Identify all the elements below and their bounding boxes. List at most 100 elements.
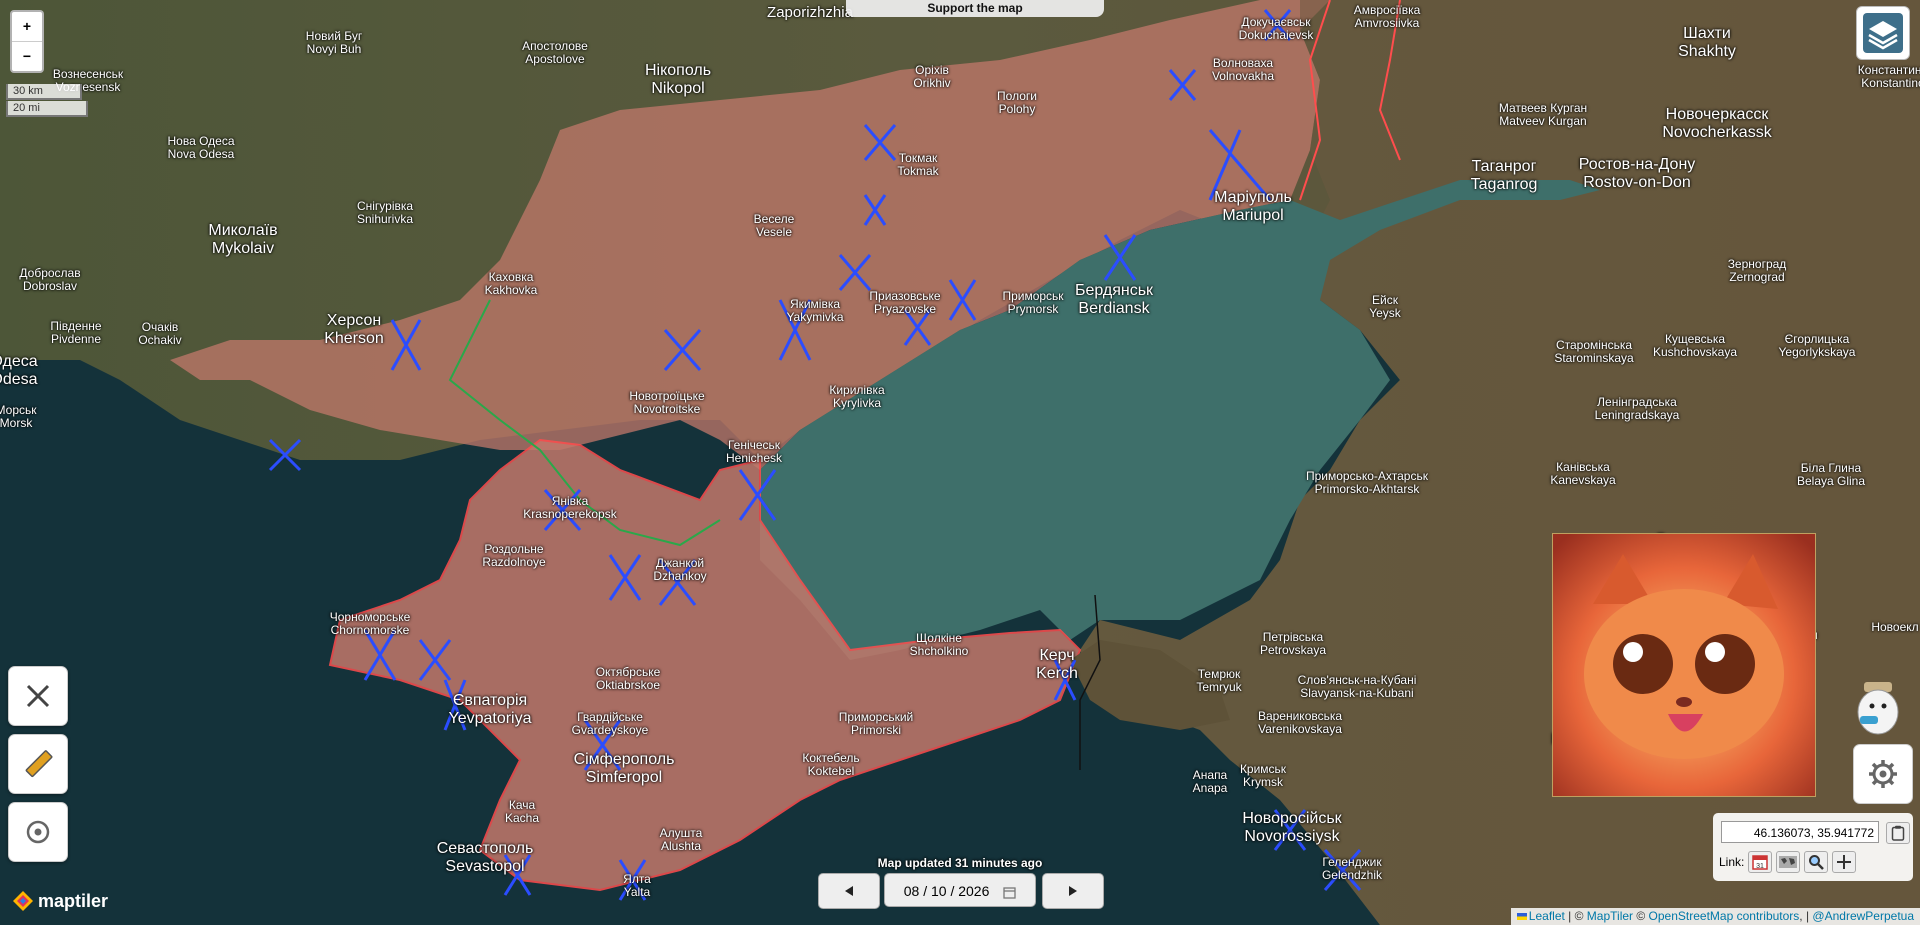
x-social-button[interactable] [8,666,68,726]
place-label-latin: Oktiabrskoe [595,678,661,692]
place-label: Zaporizhzhia [767,4,853,21]
cat-illustration-icon [1553,534,1815,796]
place-label-latin: Kherson [324,330,384,347]
place-label-latin: Chornomorske [330,623,410,637]
place-label: Приморсько-Ахтарськ Primorsko-Akhtarsk [1306,470,1428,496]
place-label: Докучаєвськ Dokuchaievsk [1239,16,1314,42]
calendar-day: 31 [1756,863,1764,870]
place-label-latin: Novyi Buh [306,42,362,56]
x-logo-icon [26,684,50,708]
scale-mi: 20 mi [6,101,88,117]
maptiler-logo[interactable]: maptiler [12,890,108,912]
marker-link-button[interactable] [1832,851,1857,873]
measure-button[interactable] [8,734,68,794]
place-label: Сімферополь Simferopol [574,751,675,787]
place-label: Темрюк Temryuk [1196,668,1241,694]
place-label: Керч Kerch [1036,647,1078,683]
place-label-latin: Shakhty [1678,43,1736,60]
place-label-native: Миколаїв [208,222,278,239]
date-link-button[interactable]: 31 [1748,851,1773,873]
place-label-latin: Yakymivka [786,310,844,324]
place-label: ОдесаOdesa [0,353,38,389]
crosshair-icon [1837,855,1852,869]
place-label: Ейск Yeysk [1369,294,1401,320]
place-label-native: Бердянськ [1074,282,1154,299]
attribution-bar: Leaflet | © MapTiler © OpenStreetMap con… [1510,908,1920,925]
link-label: Link: [1719,855,1745,869]
magnifier-icon [1809,855,1825,870]
date-picker[interactable]: 08 / 10 / 2026 [884,873,1036,907]
place-label: Коктебель Koktebel [802,752,859,778]
place-label: Південне Pivdenne [50,320,101,346]
leaflet-link[interactable]: Leaflet [1529,909,1565,923]
place-label: Приморськ Prymorsk [1002,290,1063,316]
place-label: Снігурівка Snihurivka [357,200,413,226]
place-label-native: Маріуполь [1214,189,1292,206]
place-label-latin: Konstantino [1861,76,1920,90]
copy-button[interactable] [1886,822,1910,844]
place-label: Слов'янськ-на-Кубані Slavyansk-na-Kubani [1298,674,1417,700]
previous-day-button[interactable] [818,873,880,909]
maptiler-link[interactable]: MapTiler [1587,909,1633,923]
place-label-latin: Berdiansk [1078,300,1150,317]
layers-icon [1863,13,1903,53]
place-label: Новоросійськ Novorossiysk [1242,810,1341,846]
place-label-latin: Yevpatoriya [448,710,532,727]
place-label-latin: Henichesk [725,451,783,465]
cat-image [1552,533,1816,797]
place-label: Нова Одеса Nova Odesa [167,135,234,161]
place-label-latin: Belaya Glina [1796,474,1866,488]
place-label: Петрівська Petrovskaya [1260,631,1326,657]
place-label-native: Zaporizhzhia [767,4,853,21]
attribution-separator: © [1633,909,1649,923]
place-label-latin: Matveev Kurgan [1499,114,1587,128]
place-label-latin: Orikhiv [913,76,951,90]
locate-button[interactable] [8,802,68,862]
place-label-latin: Apostolove [525,52,585,66]
place-label: Канівська Kanevskaya [1550,461,1615,487]
maptiler-logo-text: maptiler [38,890,109,911]
attribution-separator: , | [1799,909,1813,923]
place-label: Пологи Polohy [997,90,1037,116]
place-label: Анапа Anapa [1193,769,1228,795]
map-updated-text: Map updated 31 minutes ago [877,856,1043,870]
place-label-native: Нікополь [644,62,712,79]
next-day-button[interactable] [1042,873,1104,909]
place-label-latin: Leningradskaya [1594,408,1680,422]
place-label: Генічеськ Henichesk [726,439,782,465]
place-label-native: Новоекл [1871,620,1919,634]
place-label-latin: Rostov-on-Don [1583,174,1691,191]
place-label-latin: Taganrog [1470,176,1538,193]
place-label-latin: Kyrylivka [832,396,881,410]
place-label: Волноваха Volnovakha [1212,57,1274,83]
layers-button[interactable] [1856,6,1910,60]
place-label-latin: Kakhovka [484,283,538,297]
place-label-latin: Kushchovskaya [1652,345,1738,359]
osm-link[interactable]: OpenStreetMap contributors [1649,909,1800,923]
zoom-in-button[interactable]: + [12,12,42,42]
coordinates-panel: 46.136073, 35.941772 Link: 31 [1713,813,1913,881]
clipboard-icon [1891,825,1905,841]
place-label: Щолкіне Shcholkino [910,632,969,658]
place-label-native: Одеса [0,353,38,370]
place-label-latin: Dobroslav [22,279,78,293]
place-label: Кача Kacha [505,799,539,825]
place-label: Токмак Tokmak [897,152,938,178]
place-label: Євпаторія Yevpatoriya [448,692,531,728]
place-label: Янівка Krasnoperekopsk [523,495,616,521]
place-label: Шахти Shakhty [1678,25,1736,61]
author-link[interactable]: @AndrewPerpetua [1812,909,1914,923]
map-link-button[interactable] [1776,851,1801,873]
place-label: Зерноград Zernograd [1728,258,1787,284]
place-label: Кирилівка Kyrylivka [829,384,884,410]
support-map-button[interactable]: Support the map [846,0,1104,17]
place-label-latin: Mykolaiv [211,240,275,257]
settings-button[interactable] [1853,744,1913,804]
place-label-latin: Pivdenne [50,332,102,346]
place-label-latin: Yalta [623,885,651,899]
zoom-link-button[interactable] [1804,851,1829,873]
zoom-out-button[interactable]: − [12,42,42,71]
coordinates-field[interactable]: 46.136073, 35.941772 [1721,821,1879,843]
gear-icon [1869,760,1897,788]
place-label-native: Сімферополь [573,751,675,768]
